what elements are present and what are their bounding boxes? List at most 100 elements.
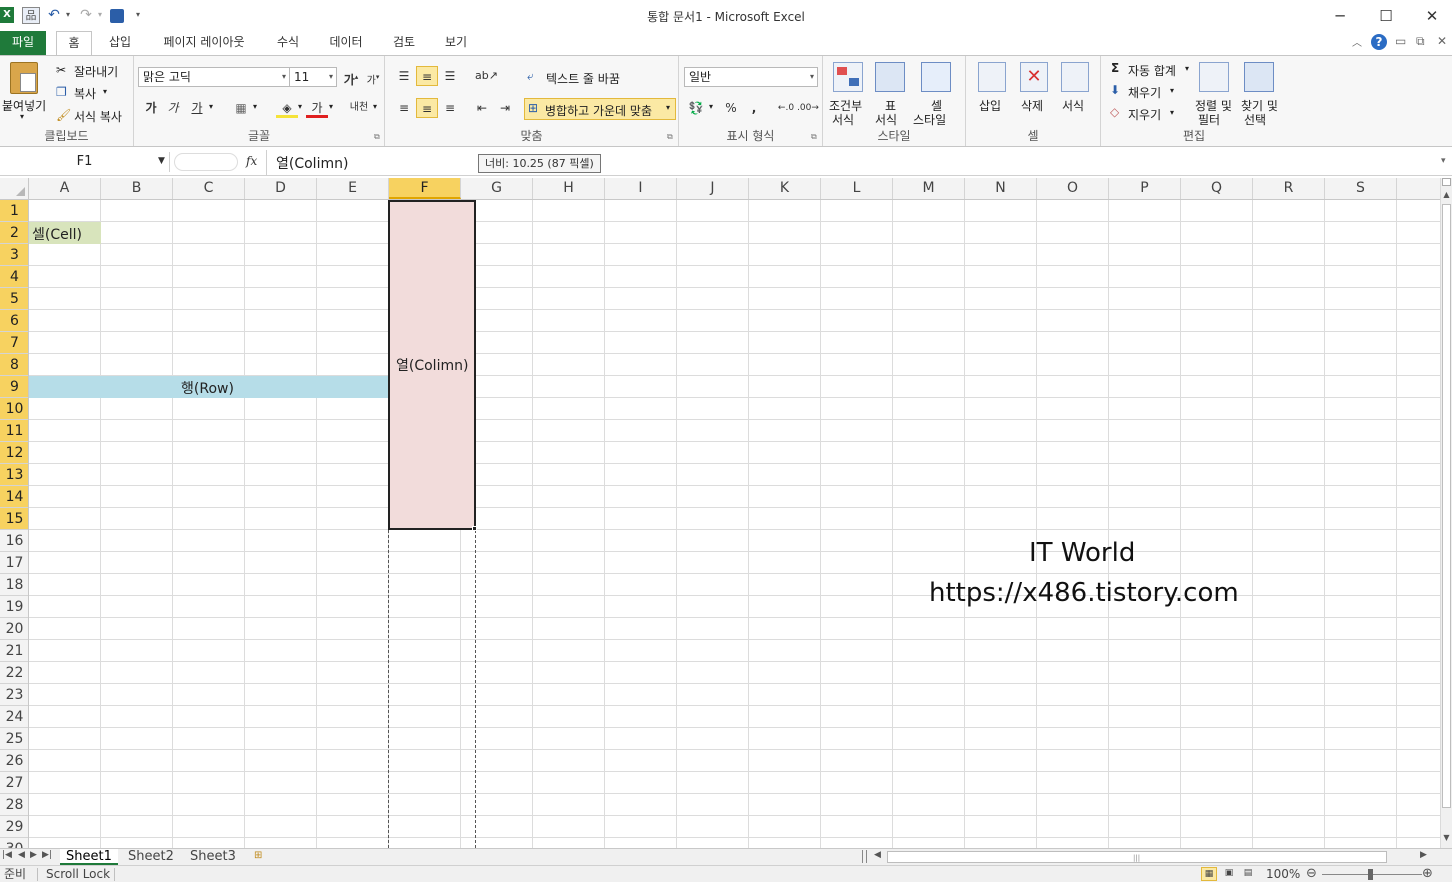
name-box-dropdown-icon[interactable]: ▼ — [158, 156, 165, 166]
next-sheet-icon[interactable]: ▶ — [30, 850, 37, 860]
wrap-text-icon[interactable]: ⤶ — [527, 69, 534, 84]
percent-button[interactable]: % — [720, 98, 742, 118]
tab-data[interactable]: 데이터 — [318, 31, 374, 55]
normal-view-icon[interactable]: ▦ — [1201, 867, 1217, 881]
row-header-2[interactable]: 2 — [0, 222, 28, 244]
autosum-button[interactable]: 자동 합계 — [1128, 62, 1176, 79]
font-size-combo[interactable]: 11 ▾ — [289, 67, 337, 87]
tab-split-handle[interactable] — [862, 850, 867, 863]
insert-cells-icon[interactable] — [978, 62, 1006, 92]
scroll-up-arrow-icon[interactable]: ▲ — [1441, 190, 1452, 199]
copy-icon[interactable]: ❐ — [56, 85, 67, 99]
tab-file[interactable]: 파일 — [0, 31, 46, 55]
zoom-out-icon[interactable]: ⊖ — [1306, 866, 1317, 881]
font-name-combo[interactable]: 맑은 고딕 ▾ — [138, 67, 290, 87]
comma-button[interactable]: , — [743, 98, 765, 118]
row-header-14[interactable]: 14 — [0, 486, 28, 508]
column-header-n[interactable]: N — [965, 178, 1037, 199]
row-header-9[interactable]: 9 — [0, 376, 28, 398]
alignment-dialog-launcher-icon[interactable]: ⧉ — [667, 132, 673, 142]
row-header-10[interactable]: 10 — [0, 398, 28, 420]
font-dialog-launcher-icon[interactable]: ⧉ — [374, 132, 380, 142]
format-cells-icon[interactable] — [1061, 62, 1089, 92]
scroll-down-arrow-icon[interactable]: ▼ — [1441, 833, 1452, 842]
row-header-17[interactable]: 17 — [0, 552, 28, 574]
number-format-combo[interactable]: 일반 ▾ — [684, 67, 818, 87]
delete-cells-button[interactable]: 삭제 — [1021, 97, 1043, 114]
clear-button[interactable]: 지우기 — [1128, 106, 1161, 123]
align-middle-icon[interactable]: ≡ — [416, 66, 438, 86]
cut-icon[interactable]: ✂ — [56, 63, 66, 77]
sheet-tab-1[interactable]: Sheet1 — [60, 849, 118, 865]
conditional-formatting-icon[interactable] — [833, 62, 863, 92]
row-header-27[interactable]: 27 — [0, 772, 28, 794]
tab-insert[interactable]: 삽입 — [100, 31, 140, 55]
number-dialog-launcher-icon[interactable]: ⧉ — [811, 132, 817, 142]
row-header-5[interactable]: 5 — [0, 288, 28, 310]
column-header-a[interactable]: A — [29, 178, 101, 199]
zoom-in-icon[interactable]: ⊕ — [1422, 866, 1433, 881]
row-header-8[interactable]: 8 — [0, 354, 28, 376]
cell-styles-button-l2[interactable]: 스타일 — [913, 111, 946, 128]
sort-filter-button-l2[interactable]: 필터 — [1198, 111, 1220, 128]
format-painter-icon[interactable]: 🖌 — [56, 108, 71, 122]
row-header-23[interactable]: 23 — [0, 684, 28, 706]
insert-sheet-icon[interactable]: ⊞ — [254, 850, 262, 861]
increase-indent-icon[interactable]: ⇥ — [494, 98, 516, 118]
sheet-tab-3[interactable]: Sheet3 — [184, 849, 242, 865]
scroll-left-arrow-icon[interactable]: ◀ — [874, 850, 881, 860]
zoom-slider-thumb[interactable] — [1368, 869, 1373, 880]
font-color-dropdown-icon[interactable]: ▾ — [329, 102, 333, 111]
merge-center-button[interactable]: ⊞ 병합하고 가운데 맞춤 ▾ — [524, 98, 676, 120]
row-header-16[interactable]: 16 — [0, 530, 28, 552]
phonetic-guide-button[interactable]: 내천 — [346, 98, 372, 118]
row-header-25[interactable]: 25 — [0, 728, 28, 750]
underline-dropdown-icon[interactable]: ▾ — [209, 102, 213, 111]
tab-page-layout[interactable]: 페이지 레이아웃 — [150, 31, 258, 55]
tab-formulas[interactable]: 수식 — [268, 31, 308, 55]
insert-function-button[interactable]: fx — [246, 154, 257, 168]
tab-view[interactable]: 보기 — [434, 31, 478, 55]
row-header-26[interactable]: 26 — [0, 750, 28, 772]
row-header-4[interactable]: 4 — [0, 266, 28, 288]
maximize-button[interactable]: ☐ — [1366, 4, 1406, 28]
decrease-indent-icon[interactable]: ⇤ — [471, 98, 493, 118]
copy-dropdown-icon[interactable]: ▾ — [103, 87, 107, 96]
column-header-e[interactable]: E — [317, 178, 389, 199]
column-header-k[interactable]: K — [749, 178, 821, 199]
find-select-icon[interactable] — [1244, 62, 1274, 92]
format-as-table-button-l2[interactable]: 서식 — [875, 111, 897, 128]
close-button[interactable]: ✕ — [1412, 4, 1452, 28]
row-header-12[interactable]: 12 — [0, 442, 28, 464]
column-header-b[interactable]: B — [101, 178, 173, 199]
name-box[interactable]: F1 — [0, 152, 170, 172]
row-header-24[interactable]: 24 — [0, 706, 28, 728]
column-header-m[interactable]: M — [893, 178, 965, 199]
fill-icon[interactable]: ⬇ — [1110, 83, 1120, 97]
find-select-button-l2[interactable]: 선택 — [1244, 111, 1266, 128]
column-header-l[interactable]: L — [821, 178, 893, 199]
horizontal-scroll-thumb[interactable]: ||| — [887, 851, 1387, 863]
align-bottom-icon[interactable]: ☰ — [439, 66, 461, 86]
bold-button[interactable]: 가 — [140, 98, 162, 118]
insert-cells-button[interactable]: 삽입 — [979, 97, 1001, 114]
tab-review[interactable]: 검토 — [384, 31, 424, 55]
fill-button[interactable]: 채우기 — [1128, 84, 1161, 101]
row-header-15[interactable]: 15 — [0, 508, 28, 530]
paste-dropdown-icon[interactable]: ▾ — [20, 112, 24, 121]
row-header-19[interactable]: 19 — [0, 596, 28, 618]
scroll-right-arrow-icon[interactable]: ▶ — [1420, 850, 1427, 860]
first-sheet-icon[interactable]: |◀ — [2, 850, 12, 860]
borders-dropdown-icon[interactable]: ▾ — [253, 102, 257, 111]
column-header-c[interactable]: C — [173, 178, 245, 199]
fill-handle[interactable] — [472, 526, 477, 531]
fill-color-dropdown-icon[interactable]: ▾ — [298, 102, 302, 111]
tab-home[interactable]: 홈 — [56, 31, 92, 56]
vertical-scrollbar[interactable]: ▲ ▼ — [1440, 178, 1452, 848]
page-layout-view-icon[interactable]: ▣ — [1221, 867, 1237, 881]
column-header-s[interactable]: S — [1325, 178, 1397, 199]
italic-button[interactable]: 가 — [162, 98, 184, 118]
delete-cells-icon[interactable]: ✕ — [1020, 62, 1048, 92]
column-header-p[interactable]: P — [1109, 178, 1181, 199]
column-header-g[interactable]: G — [461, 178, 533, 199]
